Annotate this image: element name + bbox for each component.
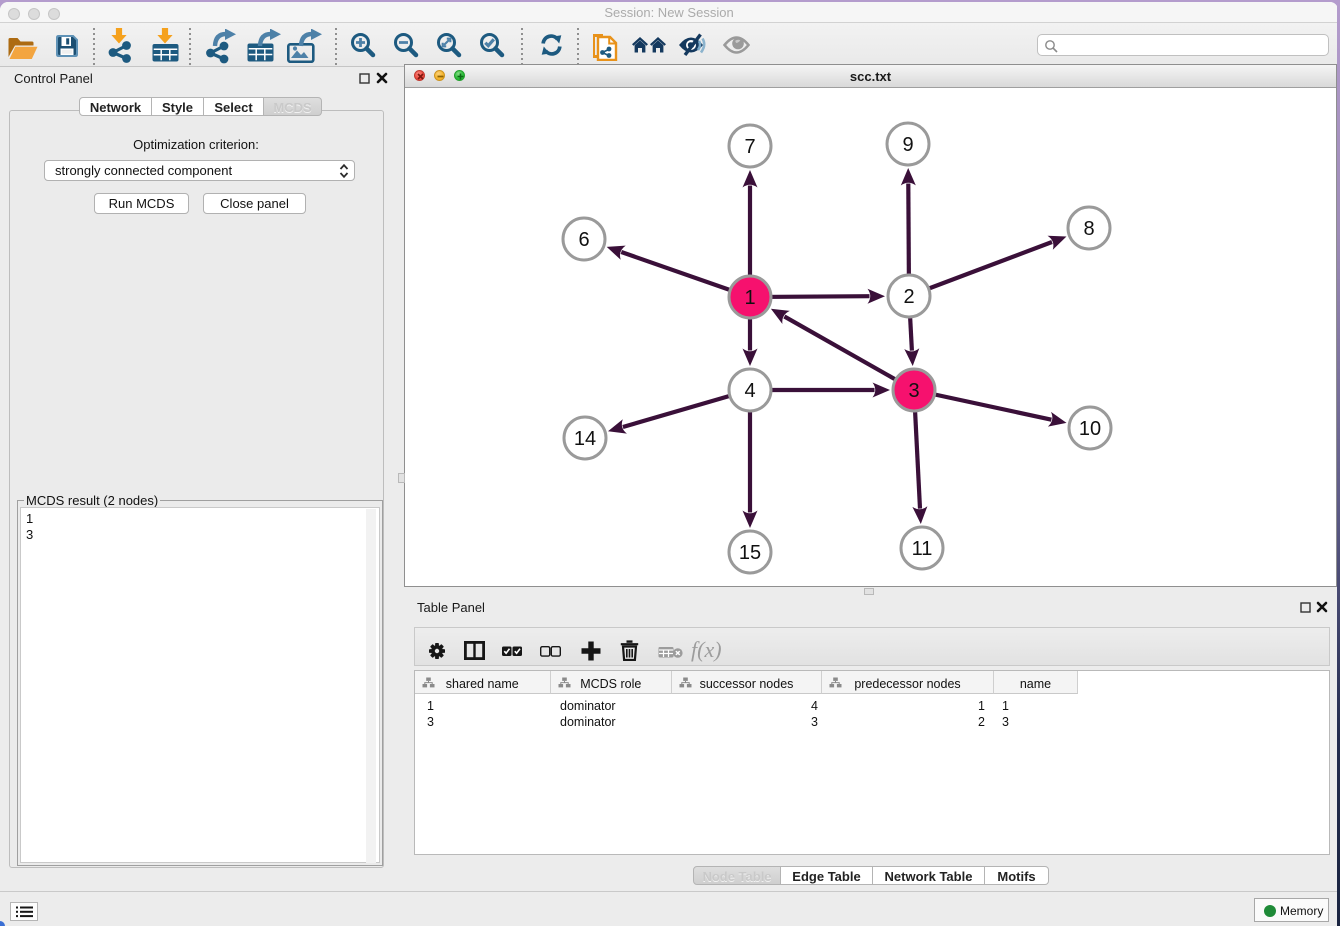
svg-text:8: 8 (1083, 218, 1094, 240)
svg-text:7: 7 (744, 136, 755, 158)
svg-text:2: 2 (903, 286, 914, 308)
svg-text:4: 4 (744, 380, 755, 402)
svg-text:6: 6 (578, 229, 589, 251)
svg-text:11: 11 (912, 538, 933, 560)
svg-text:1: 1 (744, 287, 755, 309)
svg-text:3: 3 (908, 380, 919, 402)
svg-text:15: 15 (739, 542, 761, 564)
svg-text:14: 14 (574, 428, 596, 450)
svg-text:10: 10 (1079, 418, 1101, 440)
svg-text:9: 9 (902, 134, 913, 156)
